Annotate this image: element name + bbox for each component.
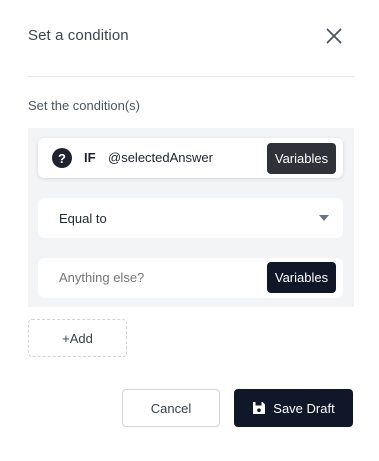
comparison-input[interactable] [59,270,239,285]
save-draft-label: Save Draft [273,400,335,416]
caret-down-icon [319,215,329,221]
section-label: Set the condition(s) [28,98,141,113]
operator-select[interactable]: Equal to [38,198,343,238]
variables-button[interactable]: Variables [267,143,336,174]
header-divider [28,76,354,77]
close-icon [326,28,342,44]
operator-selected-value: Equal to [59,211,107,226]
condition-if-row: ? IF @selectedAnswer Variables [38,138,343,178]
comparison-variables-button[interactable]: Variables [267,262,336,293]
floppy-disk-icon [252,401,266,415]
dialog-title: Set a condition [28,27,129,44]
question-circle-icon[interactable]: ? [52,148,72,168]
save-draft-button[interactable]: Save Draft [234,389,353,427]
comparison-row: Variables [38,258,343,298]
dialog-header: Set a condition [0,0,379,76]
condition-variable: @selectedAnswer [108,150,213,165]
add-condition-button[interactable]: +Add [28,319,127,357]
close-button[interactable] [322,24,346,48]
if-label: IF [84,150,96,165]
cancel-button[interactable]: Cancel [122,389,220,427]
